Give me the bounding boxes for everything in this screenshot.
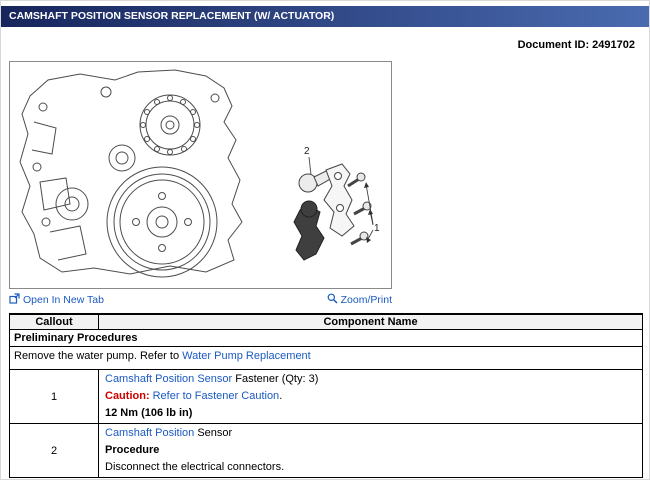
table-header-row: Callout Component Name	[10, 315, 642, 329]
engine-block-art	[20, 70, 242, 277]
callout-number: 1	[10, 370, 99, 423]
component-name-column-header: Component Name	[99, 315, 642, 329]
component-name-rest: Fastener (Qty: 3)	[232, 373, 318, 385]
zoom-print-label: Zoom/Print	[341, 294, 392, 306]
caution-line: Caution:Refer to Fastener Caution.	[105, 390, 636, 403]
component-description-cell: Camshaft Position Sensor Procedure Disco…	[99, 424, 642, 477]
caution-suffix: .	[279, 390, 282, 402]
fastener-caution-link[interactable]: Refer to Fastener Caution	[153, 390, 280, 402]
table-row: 2 Camshaft Position Sensor Procedure Dis…	[10, 423, 642, 477]
component-table: Callout Component Name Preliminary Proce…	[9, 313, 643, 478]
component-name-rest: Sensor	[194, 427, 232, 439]
water-pump-instruction: Remove the water pump. Refer to Water Pu…	[10, 347, 642, 369]
component-name-line: Camshaft Position Sensor Fastener (Qty: …	[105, 373, 636, 386]
preliminary-procedures-title: Preliminary Procedures	[10, 330, 642, 346]
open-in-new-tab-label: Open In New Tab	[23, 294, 104, 306]
water-pump-replacement-link[interactable]: Water Pump Replacement	[182, 350, 311, 362]
page-title: CAMSHAFT POSITION SENSOR REPLACEMENT (W/…	[1, 6, 649, 27]
water-pump-instruction-text: Remove the water pump. Refer to	[14, 350, 182, 362]
open-in-new-tab-icon	[9, 293, 20, 307]
figure-callout-1: 1	[374, 223, 380, 234]
callout-column-header: Callout	[10, 315, 99, 329]
zoom-print-link[interactable]: Zoom/Print	[327, 293, 392, 307]
engine-figure-panel: 2 1	[9, 61, 392, 289]
table-row: 1 Camshaft Position Sensor Fastener (Qty…	[10, 369, 642, 423]
camshaft-position-link[interactable]: Camshaft Position	[105, 427, 194, 439]
figure-callout-2: 2	[304, 146, 310, 157]
component-name-line: Camshaft Position Sensor	[105, 427, 636, 440]
service-document-page: CAMSHAFT POSITION SENSOR REPLACEMENT (W/…	[0, 0, 650, 480]
document-id: Document ID: 2491702	[518, 39, 635, 51]
water-pump-instruction-row: Remove the water pump. Refer to Water Pu…	[10, 346, 642, 369]
procedure-label: Procedure	[105, 444, 636, 457]
procedure-text: Disconnect the electrical connectors.	[105, 461, 636, 474]
caution-label: Caution:	[105, 390, 150, 402]
engine-diagram-svg: 2 1	[10, 62, 391, 288]
magnifier-icon	[327, 293, 338, 307]
sensor-assembly-art	[294, 157, 373, 260]
torque-spec: 12 Nm (106 lb in)	[105, 407, 636, 420]
preliminary-procedures-row: Preliminary Procedures	[10, 329, 642, 346]
camshaft-position-sensor-link[interactable]: Camshaft Position Sensor	[105, 373, 232, 385]
component-description-cell: Camshaft Position Sensor Fastener (Qty: …	[99, 370, 642, 423]
open-in-new-tab-link[interactable]: Open In New Tab	[9, 293, 104, 307]
callout-number: 2	[10, 424, 99, 477]
figure-links-row: Open In New Tab Zoom/Print	[9, 293, 392, 307]
